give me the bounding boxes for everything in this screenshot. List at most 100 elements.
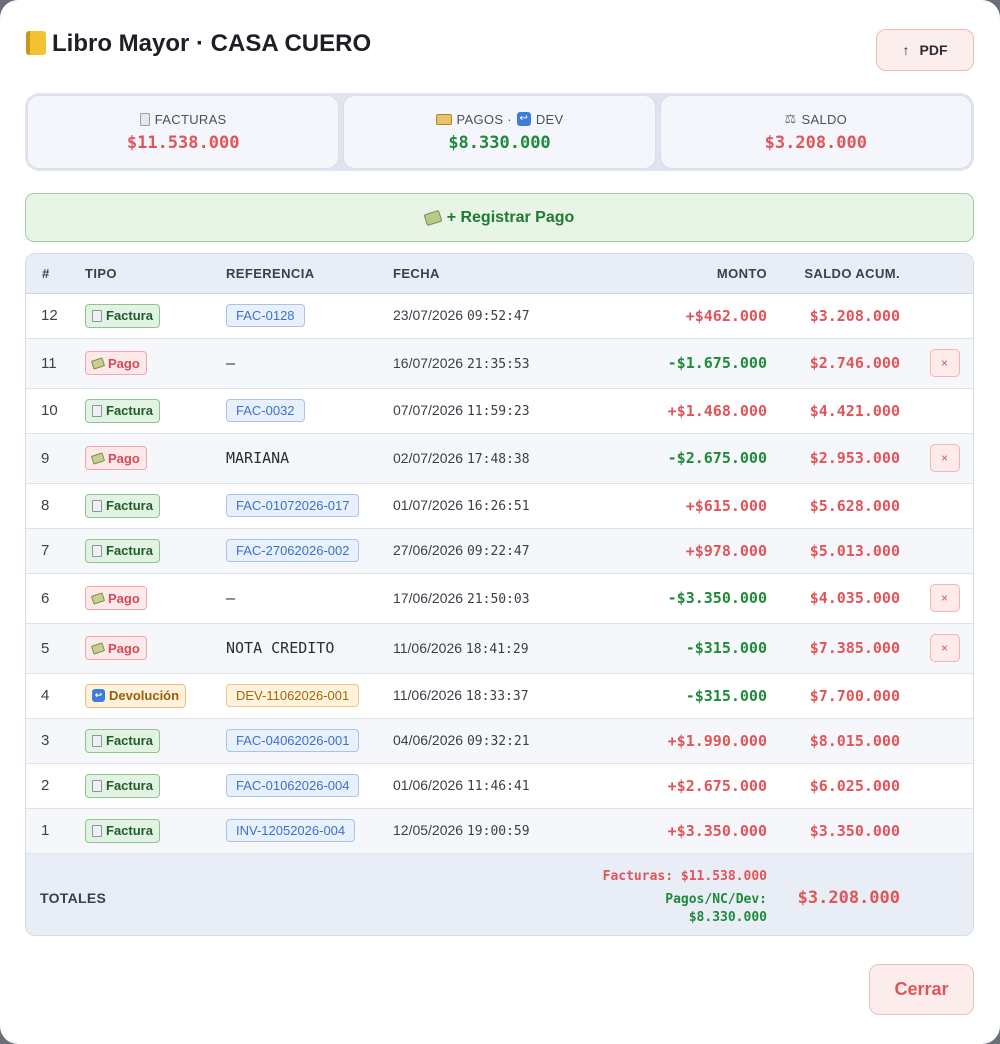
reference-text: — (226, 354, 236, 372)
facturas-label-text: FACTURAS (154, 111, 227, 127)
row-reference: DEV-11062026-001 (213, 673, 379, 718)
totals-empty (904, 853, 973, 935)
document-icon (92, 404, 102, 417)
document-icon (92, 499, 102, 512)
money-icon (90, 641, 106, 655)
arrow-up-icon: ↑ (902, 42, 910, 58)
row-actions (904, 673, 973, 718)
close-button[interactable]: Cerrar (869, 964, 974, 1015)
col-fecha: FECHA (379, 254, 557, 294)
table-row: 3 Factura FAC-04062026-001 04/06/2026 09:32… (26, 718, 973, 763)
table-row: 12 Factura FAC-0128 23/07/2026 09:52:47 +$46… (26, 293, 973, 338)
row-date-day: 01/07/2026 (393, 497, 464, 513)
row-balance: $6.025.000 (809, 776, 900, 795)
row-reference: MARIANA (213, 433, 379, 483)
money-icon (90, 451, 106, 465)
totals-lines: Facturas: $11.538.000 Pagos/NC/Dev: $8.3… (557, 868, 767, 927)
delete-payment-button[interactable]: × (929, 349, 960, 377)
row-number: 8 (41, 497, 50, 514)
row-actions (904, 718, 973, 763)
row-type: Factura (71, 528, 213, 573)
row-number: 6 (41, 589, 50, 607)
row-type: Factura (71, 483, 213, 528)
facturas-card: FACTURAS $11.538.000 (27, 95, 340, 169)
row-date-day: 04/06/2026 (393, 732, 464, 748)
row-type: Pago (71, 573, 213, 623)
row-date-day: 16/07/2026 (393, 354, 464, 371)
col-referencia: REFERENCIA (213, 254, 379, 294)
row-date-day: 27/06/2026 (393, 542, 464, 558)
delete-payment-button[interactable]: × (929, 444, 960, 472)
row-date-day: 11/06/2026 (393, 687, 463, 703)
register-payment-button[interactable]: + Registrar Pago (25, 193, 974, 242)
type-badge: Factura (85, 538, 160, 563)
reference-tag[interactable]: FAC-0032 (226, 399, 305, 422)
table-row: 5 Pago NOTA CREDITO 11/06/2026 18:41:29 -$31… (26, 623, 973, 673)
document-icon (92, 734, 102, 747)
type-badge: Factura (85, 773, 160, 798)
row-balance: $3.350.000 (809, 821, 900, 840)
reference-tag[interactable]: DEV-11062026-001 (226, 684, 360, 707)
ledger-modal: Libro Mayor · CASA CUERO ↑ PDF FACTURAS … (0, 0, 1000, 1044)
row-amount: -$315.000 (685, 639, 767, 657)
reference-tag[interactable]: FAC-01072026-017 (226, 494, 360, 517)
row-number: 11 (41, 354, 57, 372)
row-actions (904, 483, 973, 528)
row-balance: $4.421.000 (809, 401, 900, 420)
totals-pagos-label: Pagos/NC/Dev: (665, 892, 767, 908)
row-reference: — (213, 338, 379, 388)
row-amount: +$1.468.000 (667, 401, 767, 420)
row-date-time: 21:35:53 (466, 356, 530, 372)
ledger-table: # TIPO REFERENCIA FECHA MONTO SALDO ACUM… (25, 253, 974, 936)
row-reference: INV-12052026-004 (213, 808, 379, 853)
row-date-time: 18:33:37 (465, 689, 529, 704)
row-reference: FAC-01072026-017 (213, 483, 379, 528)
row-date: 02/07/2026 17:48:38 (379, 433, 557, 483)
reference-tag[interactable]: FAC-27062026-002 (226, 539, 360, 562)
type-badge-label: Factura (106, 498, 153, 513)
type-badge: Pago (85, 586, 147, 610)
reference-tag[interactable]: FAC-04062026-001 (226, 729, 360, 752)
row-number: 1 (41, 822, 50, 839)
row-date-time: 09:22:47 (466, 544, 530, 559)
row-number: 7 (41, 542, 50, 559)
delete-payment-button[interactable]: × (929, 634, 960, 662)
row-date-day: 11/06/2026 (393, 639, 463, 656)
table-row: 11 Pago — 16/07/2026 21:35:53 -$1.675.000 $2.… (26, 338, 973, 388)
row-balance: $5.013.000 (809, 541, 900, 560)
pdf-button[interactable]: ↑ PDF (876, 29, 974, 71)
totals-label: TOTALES (40, 889, 107, 906)
type-badge-label: Factura (106, 403, 153, 418)
row-balance: $7.385.000 (809, 639, 900, 657)
row-date: 01/06/2026 11:46:41 (379, 763, 557, 808)
summary-cards: FACTURAS $11.538.000 PAGOS · ↩ DEV $8.33… (25, 93, 974, 171)
table-row: 4 ↩ Devolución DEV-11062026-001 11/06/2026 1… (26, 673, 973, 718)
row-date: 23/07/2026 09:52:47 (379, 293, 557, 338)
pdf-button-label: PDF (919, 42, 948, 58)
totals-pagos-value: $8.330.000 (688, 910, 767, 926)
type-badge: ↩ Devolución (85, 683, 187, 708)
type-badge: Factura (85, 303, 160, 328)
type-badge-label: Factura (106, 308, 153, 323)
reference-tag[interactable]: FAC-01062026-004 (226, 774, 360, 797)
reference-tag[interactable]: FAC-0128 (226, 304, 305, 327)
row-actions (904, 388, 973, 433)
row-balance: $5.628.000 (809, 496, 900, 515)
row-date: 01/07/2026 16:26:51 (379, 483, 557, 528)
row-type: Pago (71, 433, 213, 483)
delete-payment-button[interactable]: × (929, 584, 960, 612)
money-icon (90, 591, 106, 605)
row-reference: FAC-27062026-002 (213, 528, 379, 573)
row-date-time: 16:26:51 (466, 499, 530, 514)
row-balance: $2.746.000 (809, 354, 900, 372)
row-type: Factura (71, 718, 213, 763)
reference-tag[interactable]: INV-12052026-004 (226, 819, 356, 842)
row-date: 11/06/2026 18:33:37 (379, 673, 557, 718)
return-icon: ↩ (92, 689, 105, 702)
col-saldo: SALDO ACUM. (771, 254, 904, 294)
type-badge-label: Factura (106, 733, 153, 748)
row-type: Factura (71, 293, 213, 338)
table-row: 10 Factura FAC-0032 07/07/2026 11:59:23 +$1.… (26, 388, 973, 433)
row-date-day: 23/07/2026 (393, 307, 464, 323)
pagos-total: $8.330.000 (448, 132, 551, 153)
